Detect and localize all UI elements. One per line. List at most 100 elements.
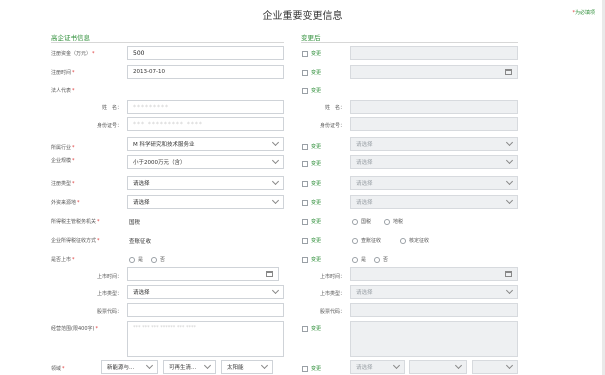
business-scope-label: 经营范围(限400字)*	[51, 326, 98, 332]
chevron-down-icon	[260, 361, 269, 370]
business-scope-new-textarea[interactable]	[350, 321, 518, 357]
right-id-number-input[interactable]	[350, 117, 518, 131]
registered-capital-new-input[interactable]	[350, 46, 518, 60]
reg-type-change-checkbox[interactable]: 变更	[302, 180, 321, 187]
region-select-1[interactable]: 新能源与...	[101, 360, 158, 374]
right-listing-time-label: 上市时间：	[319, 274, 345, 280]
business-scope-textarea[interactable]: *** *** *** ****** *** ****	[127, 321, 284, 357]
registration-time-change-checkbox[interactable]: 变更	[302, 69, 321, 76]
tax-method-option-audit[interactable]: 查账征收	[352, 237, 381, 244]
checkbox-icon	[302, 143, 308, 150]
right-name-label: 姓 名：	[324, 105, 345, 111]
right-listing-time-input[interactable]	[350, 267, 518, 281]
region-select-3[interactable]: 太阳能	[221, 360, 273, 374]
right-stock-code-input[interactable]	[350, 303, 518, 317]
chevron-down-icon	[505, 138, 514, 147]
registered-capital-change-checkbox[interactable]: 变更	[302, 50, 321, 57]
registration-time-new-input[interactable]	[350, 65, 518, 79]
radio-icon	[151, 256, 157, 263]
radio-icon	[352, 218, 358, 225]
right-listing-type-select[interactable]: 请选择	[350, 285, 518, 299]
legal-rep-label: 法人代表*	[51, 88, 75, 94]
name-input[interactable]: *********	[127, 100, 284, 114]
right-listing-type-label: 上市类型：	[319, 291, 345, 297]
checkbox-icon	[302, 199, 308, 206]
region-new-select-3[interactable]	[472, 360, 518, 374]
tax-authority-option-national[interactable]: 国税	[352, 218, 371, 225]
radio-icon	[129, 256, 135, 263]
calendar-icon	[266, 271, 273, 277]
calendar-icon	[505, 69, 512, 75]
listed-new-option-no[interactable]: 否	[374, 256, 388, 263]
tax-method-option-fixed[interactable]: 核定征收	[400, 237, 429, 244]
scale-change-checkbox[interactable]: 变更	[302, 160, 321, 167]
chevron-down-icon	[505, 286, 514, 295]
registration-time-label: 注册时间*	[51, 70, 75, 76]
chevron-down-icon	[271, 177, 280, 186]
scale-label: 企业规模*	[51, 158, 75, 164]
radio-icon	[384, 218, 390, 225]
listed-option-yes[interactable]: 是	[129, 256, 143, 263]
chevron-down-icon	[271, 156, 280, 165]
region-change-checkbox[interactable]: 变更	[302, 365, 321, 372]
chevron-down-icon	[454, 361, 463, 370]
listed-option-no[interactable]: 否	[151, 256, 165, 263]
section-left-divider	[51, 42, 284, 43]
tax-authority-change-checkbox[interactable]: 变更	[302, 218, 321, 225]
right-stock-code-label: 股票代码：	[319, 309, 345, 315]
listing-type-label: 上市类型：	[96, 291, 122, 297]
industry-label: 所属行业*	[51, 145, 75, 151]
reg-type-new-select[interactable]: 请选择	[350, 176, 518, 190]
tax-authority-value: 国税	[129, 220, 141, 226]
listing-type-select[interactable]: 请选择	[127, 285, 284, 299]
tax-method-label: 企业所得税征收方式*	[51, 238, 100, 244]
radio-icon	[352, 237, 358, 244]
checkbox-icon	[302, 69, 308, 76]
radio-icon	[400, 237, 406, 244]
listed-new-option-yes[interactable]: 是	[352, 256, 366, 263]
foreign-source-new-select[interactable]: 请选择	[350, 195, 518, 209]
region-select-2[interactable]: 可再生清...	[163, 360, 216, 374]
scale-new-select[interactable]: 请选择	[350, 155, 518, 169]
right-name-input[interactable]	[350, 100, 518, 114]
region-new-select-1[interactable]: 请选择	[350, 360, 405, 374]
business-scope-change-checkbox[interactable]: 变更	[302, 325, 321, 332]
chevron-down-icon	[392, 361, 401, 370]
section-right-divider	[301, 42, 518, 43]
registration-time-input[interactable]: 2013-07-10	[127, 65, 284, 79]
region-label: 领域*	[51, 366, 65, 372]
checkbox-icon	[302, 325, 308, 332]
reg-type-select[interactable]: 请选择	[127, 176, 284, 190]
tax-method-change-checkbox[interactable]: 变更	[302, 237, 321, 244]
foreign-source-change-checkbox[interactable]: 变更	[302, 199, 321, 206]
listed-change-checkbox[interactable]: 变更	[302, 256, 321, 263]
tax-authority-option-local[interactable]: 地税	[384, 218, 403, 225]
checkbox-icon	[302, 87, 308, 94]
scale-select[interactable]: 小于2000万元（含）	[127, 155, 284, 169]
region-new-select-2[interactable]	[409, 360, 467, 374]
foreign-source-label: 外资来源地*	[51, 200, 80, 206]
tax-authority-label: 所得税主管税务机关*	[51, 219, 100, 225]
chevron-down-icon	[271, 286, 280, 295]
name-label: 姓 名：	[101, 105, 122, 111]
listing-time-input[interactable]	[127, 267, 279, 281]
registered-capital-input[interactable]: 500	[127, 46, 284, 60]
industry-change-checkbox[interactable]: 变更	[302, 143, 321, 150]
section-left-title: 高企证书信息	[51, 34, 90, 42]
stock-code-label: 股票代码：	[96, 309, 122, 315]
section-right-title: 变更后	[301, 34, 321, 42]
tax-method-value: 查账征收	[129, 239, 152, 245]
chevron-down-icon	[505, 196, 514, 205]
chevron-down-icon	[505, 177, 514, 186]
industry-select[interactable]: M 科学研究和技术服务业	[127, 137, 284, 151]
id-number-input[interactable]: *** ********* ****	[127, 117, 284, 131]
chevron-down-icon	[271, 196, 280, 205]
foreign-source-select[interactable]: 请选择	[127, 195, 284, 209]
stock-code-input[interactable]	[127, 303, 284, 317]
legal-rep-change-checkbox[interactable]: 变更	[302, 87, 321, 94]
checkbox-icon	[302, 218, 308, 225]
checkbox-icon	[302, 237, 308, 244]
industry-new-select[interactable]: 请选择	[350, 137, 518, 151]
right-id-number-label: 身份证号：	[319, 123, 345, 129]
page-title: 企业重要变更信息	[262, 11, 343, 22]
